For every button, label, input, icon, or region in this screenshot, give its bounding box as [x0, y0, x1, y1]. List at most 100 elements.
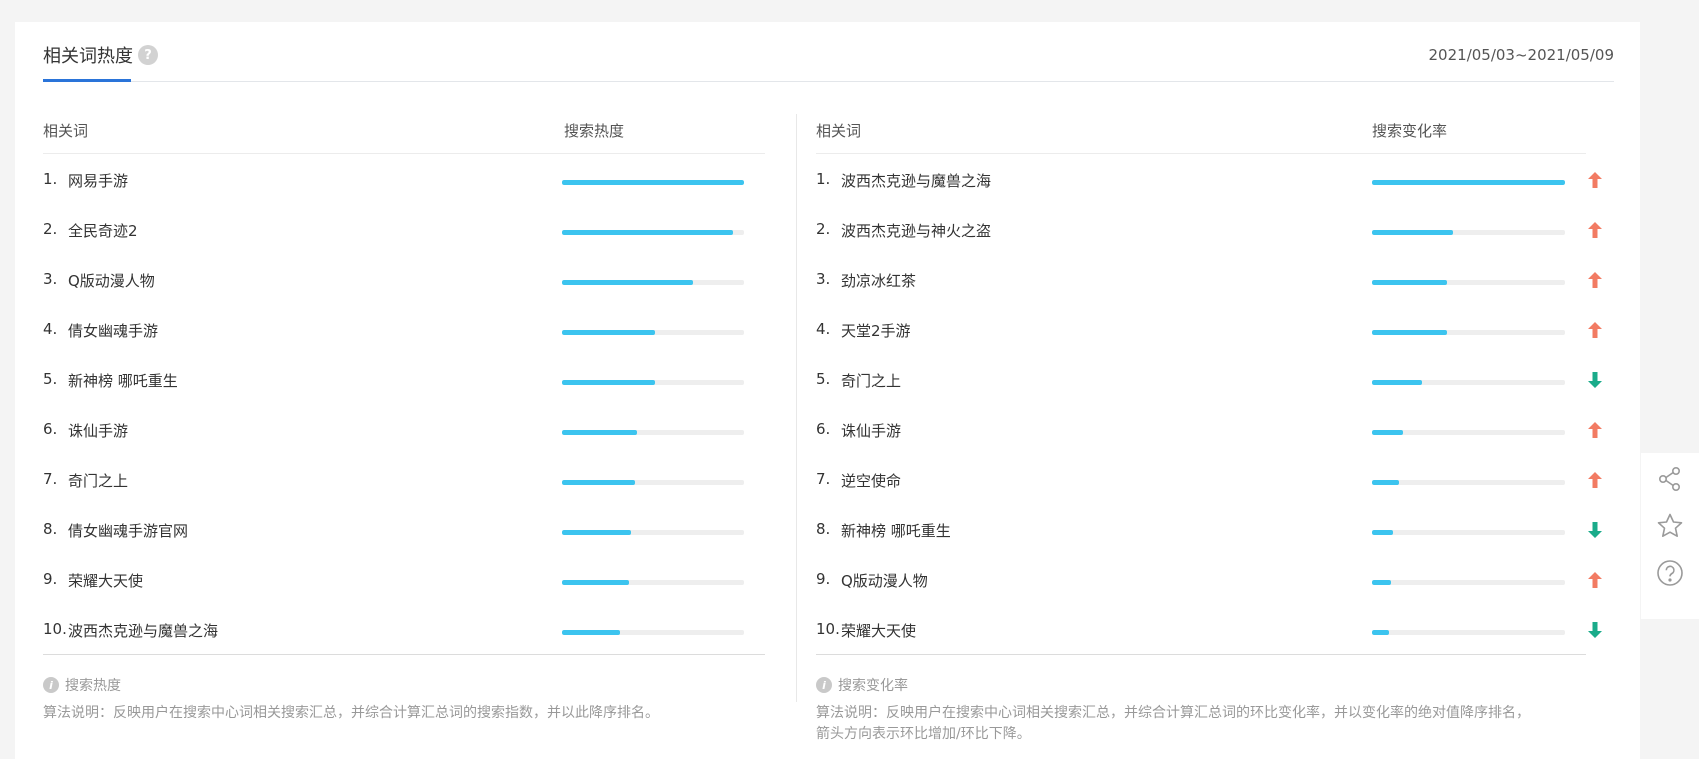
row-rank: 1. — [816, 170, 831, 188]
bar-track — [1372, 430, 1565, 435]
related-term[interactable]: Q版动漫人物 — [841, 570, 928, 591]
info-icon: i — [816, 677, 832, 693]
heat-rows: 1. 网易手游 2. 全民奇迹2 3. Q版动漫人物 4. 倩女幽魂手游 5. 新神榜 哪吒重生 6… — [43, 154, 765, 655]
table-row[interactable]: 1. 网易手游 — [43, 154, 765, 204]
column-header-term: 相关词 — [816, 122, 862, 140]
related-term[interactable]: 荣耀大天使 — [841, 620, 916, 641]
bar-track — [562, 330, 744, 335]
note-title: 搜索热度 — [65, 678, 121, 694]
row-rank: 1. — [43, 170, 58, 188]
related-term[interactable]: 倩女幽魂手游 — [68, 320, 158, 341]
row-rank: 3. — [43, 270, 58, 288]
table-row[interactable]: 3. 劲凉冰红茶 — [816, 254, 1602, 304]
table-row[interactable]: 2. 波西杰克逊与神火之盗 — [816, 204, 1602, 254]
table-row[interactable]: 1. 波西杰克逊与魔兽之海 — [816, 154, 1602, 204]
active-tab-indicator — [43, 79, 131, 82]
bar-fill — [562, 330, 655, 335]
table-row[interactable]: 10. 波西杰克逊与魔兽之海 — [43, 604, 765, 654]
column-header-term: 相关词 — [43, 122, 89, 140]
column-header-heat: 搜索热度 — [564, 122, 625, 140]
table-row[interactable]: 9. Q版动漫人物 — [816, 554, 1602, 604]
info-icon: i — [43, 677, 59, 693]
row-rank: 2. — [816, 220, 831, 238]
related-term[interactable]: 全民奇迹2 — [68, 220, 138, 241]
table-row[interactable]: 7. 奇门之上 — [43, 454, 765, 504]
row-rank: 4. — [816, 320, 831, 338]
row-rank: 10. — [816, 620, 840, 638]
table-row[interactable]: 8. 倩女幽魂手游官网 — [43, 504, 765, 554]
table-row[interactable]: 7. 逆空使命 — [816, 454, 1602, 504]
related-term[interactable]: 逆空使命 — [841, 470, 901, 491]
bar-track — [1372, 230, 1565, 235]
related-term[interactable]: 波西杰克逊与魔兽之海 — [68, 620, 218, 641]
related-term[interactable]: 天堂2手游 — [841, 320, 911, 341]
heat-note: i 搜索热度 算法说明：反映用户在搜索中心词相关搜索汇总，并综合计算汇总词的搜索… — [43, 655, 765, 724]
row-rank: 4. — [43, 320, 58, 338]
related-term[interactable]: 诛仙手游 — [68, 420, 128, 441]
bar-fill — [562, 530, 632, 535]
related-term[interactable]: 波西杰克逊与魔兽之海 — [841, 170, 991, 191]
related-term[interactable]: 荣耀大天使 — [68, 570, 143, 591]
row-rank: 6. — [816, 420, 831, 438]
table-row[interactable]: 9. 荣耀大天使 — [43, 554, 765, 604]
table-header: 相关词 搜索变化率 — [816, 98, 1586, 154]
change-rate-note: i 搜索变化率 算法说明：反映用户在搜索中心词相关搜索汇总，并综合计算汇总词的环… — [816, 655, 1586, 745]
bar-fill — [562, 480, 635, 485]
related-term[interactable]: 新神榜 哪吒重生 — [68, 370, 178, 391]
arrow-down-icon — [1588, 522, 1602, 538]
related-term[interactable]: 新神榜 哪吒重生 — [841, 520, 951, 541]
help-icon[interactable] — [1654, 557, 1686, 589]
table-row[interactable]: 3. Q版动漫人物 — [43, 254, 765, 304]
related-term[interactable]: 劲凉冰红茶 — [841, 270, 916, 291]
table-row[interactable]: 10. 荣耀大天使 — [816, 604, 1602, 654]
bar-fill — [1372, 580, 1392, 585]
bar-track — [562, 380, 744, 385]
note-text: 算法说明：反映用户在搜索中心词相关搜索汇总，并综合计算汇总词的环比变化率，并以变… — [816, 705, 1530, 721]
bar-fill — [562, 380, 655, 385]
bar-fill — [1372, 280, 1448, 285]
table-row[interactable]: 4. 倩女幽魂手游 — [43, 304, 765, 354]
side-toolbar — [1641, 453, 1699, 619]
arrow-up-icon — [1588, 272, 1602, 288]
change-rate-rows: 1. 波西杰克逊与魔兽之海 2. 波西杰克逊与神火之盗 3. 劲凉冰红茶 4. 天堂2手游 5.… — [816, 154, 1602, 655]
row-rank: 3. — [816, 270, 831, 288]
title-text: 相关词热度 — [43, 46, 133, 67]
related-term[interactable]: 诛仙手游 — [841, 420, 901, 441]
bar-fill — [1372, 430, 1403, 435]
star-icon[interactable] — [1654, 510, 1686, 542]
bar-track — [562, 480, 744, 485]
related-term[interactable]: 网易手游 — [68, 170, 128, 191]
table-row[interactable]: 6. 诛仙手游 — [816, 404, 1602, 454]
row-rank: 7. — [816, 470, 831, 488]
date-range: 2021/05/03~2021/05/09 — [1428, 46, 1614, 64]
bar-track — [1372, 380, 1565, 385]
table-row[interactable]: 4. 天堂2手游 — [816, 304, 1602, 354]
table-row[interactable]: 8. 新神榜 哪吒重生 — [816, 504, 1602, 554]
row-rank: 10. — [43, 620, 67, 638]
row-rank: 5. — [816, 370, 831, 388]
table-header: 相关词 搜索热度 — [43, 98, 765, 154]
related-term[interactable]: 奇门之上 — [68, 470, 128, 491]
column-header-change-rate: 搜索变化率 — [1372, 122, 1448, 140]
table-row[interactable]: 6. 诛仙手游 — [43, 404, 765, 454]
arrow-up-icon — [1588, 322, 1602, 338]
row-rank: 8. — [43, 520, 58, 538]
note-text: 算法说明：反映用户在搜索中心词相关搜索汇总，并综合计算汇总词的搜索指数，并以此降… — [43, 705, 659, 721]
bar-fill — [1372, 530, 1394, 535]
row-rank: 9. — [43, 570, 58, 588]
panel-divider — [796, 114, 797, 702]
question-icon[interactable]: ? — [138, 45, 158, 65]
table-row[interactable]: 5. 奇门之上 — [816, 354, 1602, 404]
bar-fill — [1372, 230, 1454, 235]
bar-fill — [562, 230, 734, 235]
related-term[interactable]: 波西杰克逊与神火之盗 — [841, 220, 991, 241]
table-row[interactable]: 2. 全民奇迹2 — [43, 204, 765, 254]
share-icon[interactable] — [1654, 463, 1686, 495]
related-term[interactable]: 奇门之上 — [841, 370, 901, 391]
arrow-down-icon — [1588, 622, 1602, 638]
table-row[interactable]: 5. 新神榜 哪吒重生 — [43, 354, 765, 404]
related-term[interactable]: Q版动漫人物 — [68, 270, 155, 291]
bar-track — [562, 630, 744, 635]
bar-track — [562, 580, 744, 585]
related-term[interactable]: 倩女幽魂手游官网 — [68, 520, 188, 541]
